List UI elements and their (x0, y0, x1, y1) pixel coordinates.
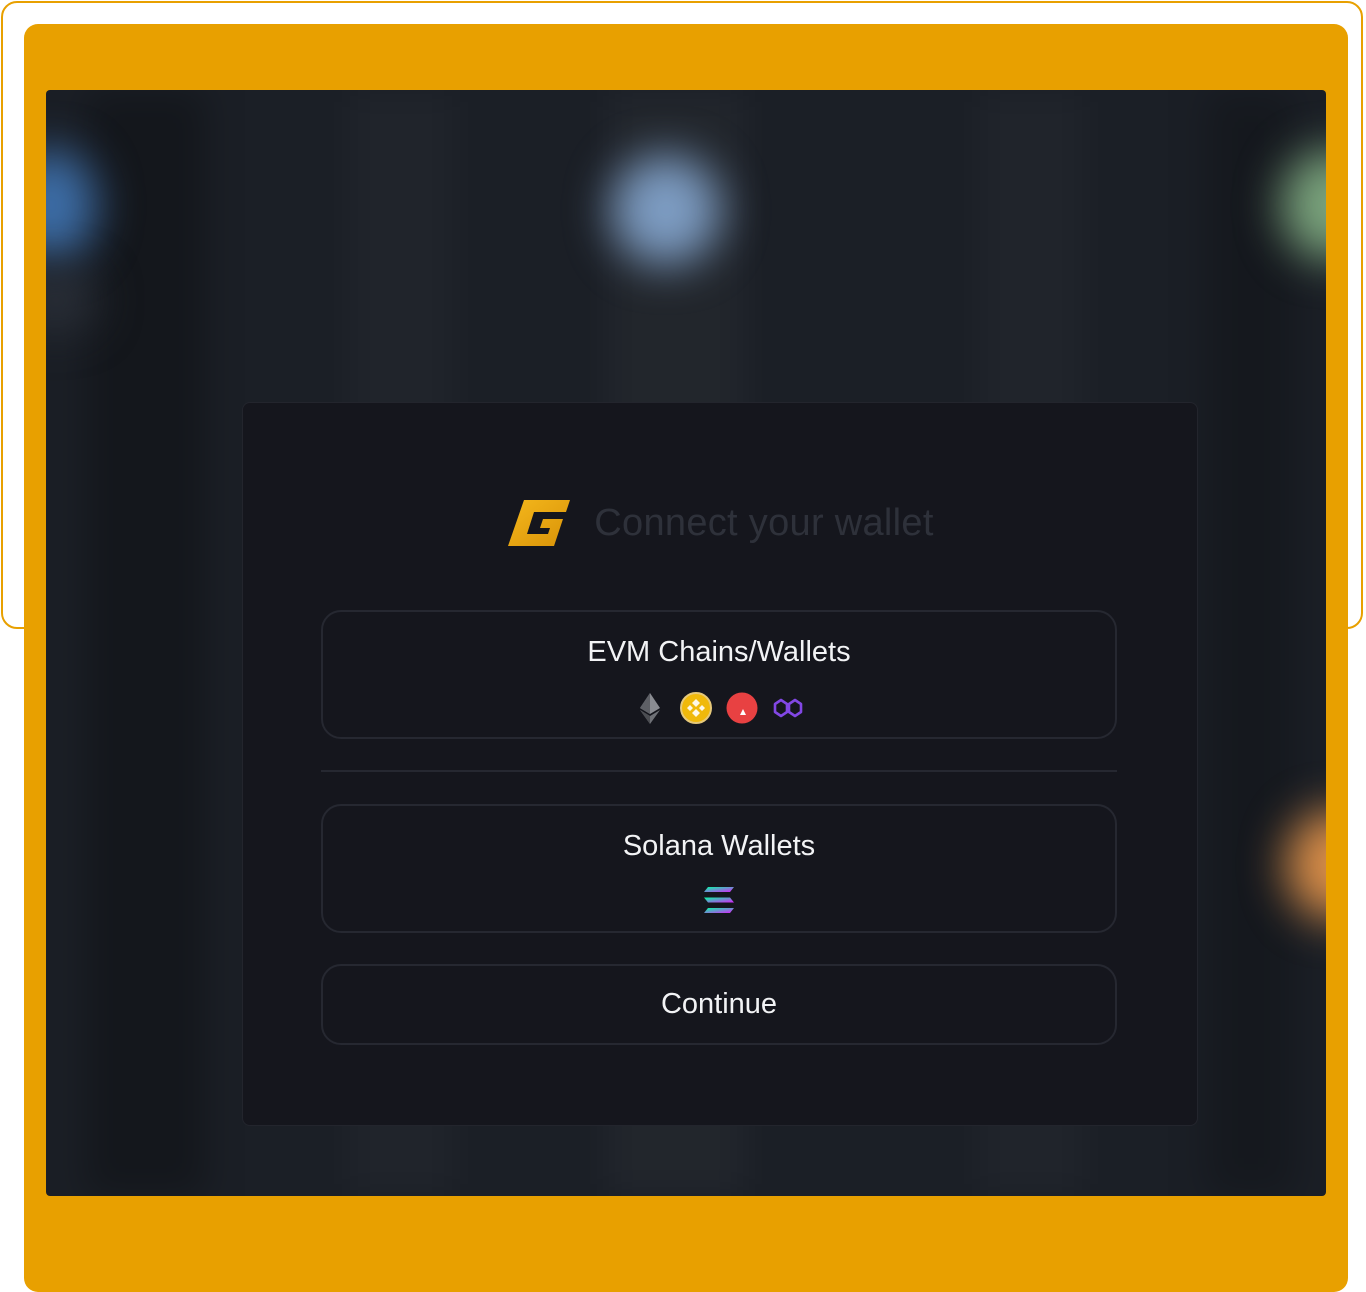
modal-title: Connect your wallet (594, 501, 934, 544)
ethereum-icon (640, 693, 660, 724)
background-column (1206, 90, 1296, 1196)
solana-icon (704, 887, 734, 913)
background-blur-blob (611, 155, 721, 265)
brand-logo-icon (508, 500, 571, 546)
polygon-icon (773, 698, 803, 718)
modal-header: Connect your wallet (243, 493, 1199, 553)
solana-chain-icons (323, 885, 1115, 915)
bnb-icon (680, 692, 712, 724)
background-column (86, 90, 206, 1196)
evm-wallets-label: EVM Chains/Wallets (587, 636, 851, 668)
evm-chain-icons (323, 691, 1115, 725)
continue-label: Continue (660, 988, 778, 1020)
avalanche-icon (726, 692, 758, 724)
continue-button[interactable]: Continue (321, 964, 1117, 1045)
solana-wallets-label: Solana Wallets (622, 830, 816, 862)
solana-wallets-button[interactable]: Solana Wallets (321, 804, 1117, 933)
connect-wallet-modal: Connect your wallet EVM Chains/Wallets S… (242, 402, 1198, 1126)
app-screen: Connect your wallet EVM Chains/Wallets S… (46, 90, 1326, 1196)
evm-wallets-button[interactable]: EVM Chains/Wallets (321, 610, 1117, 739)
section-divider (321, 770, 1117, 772)
